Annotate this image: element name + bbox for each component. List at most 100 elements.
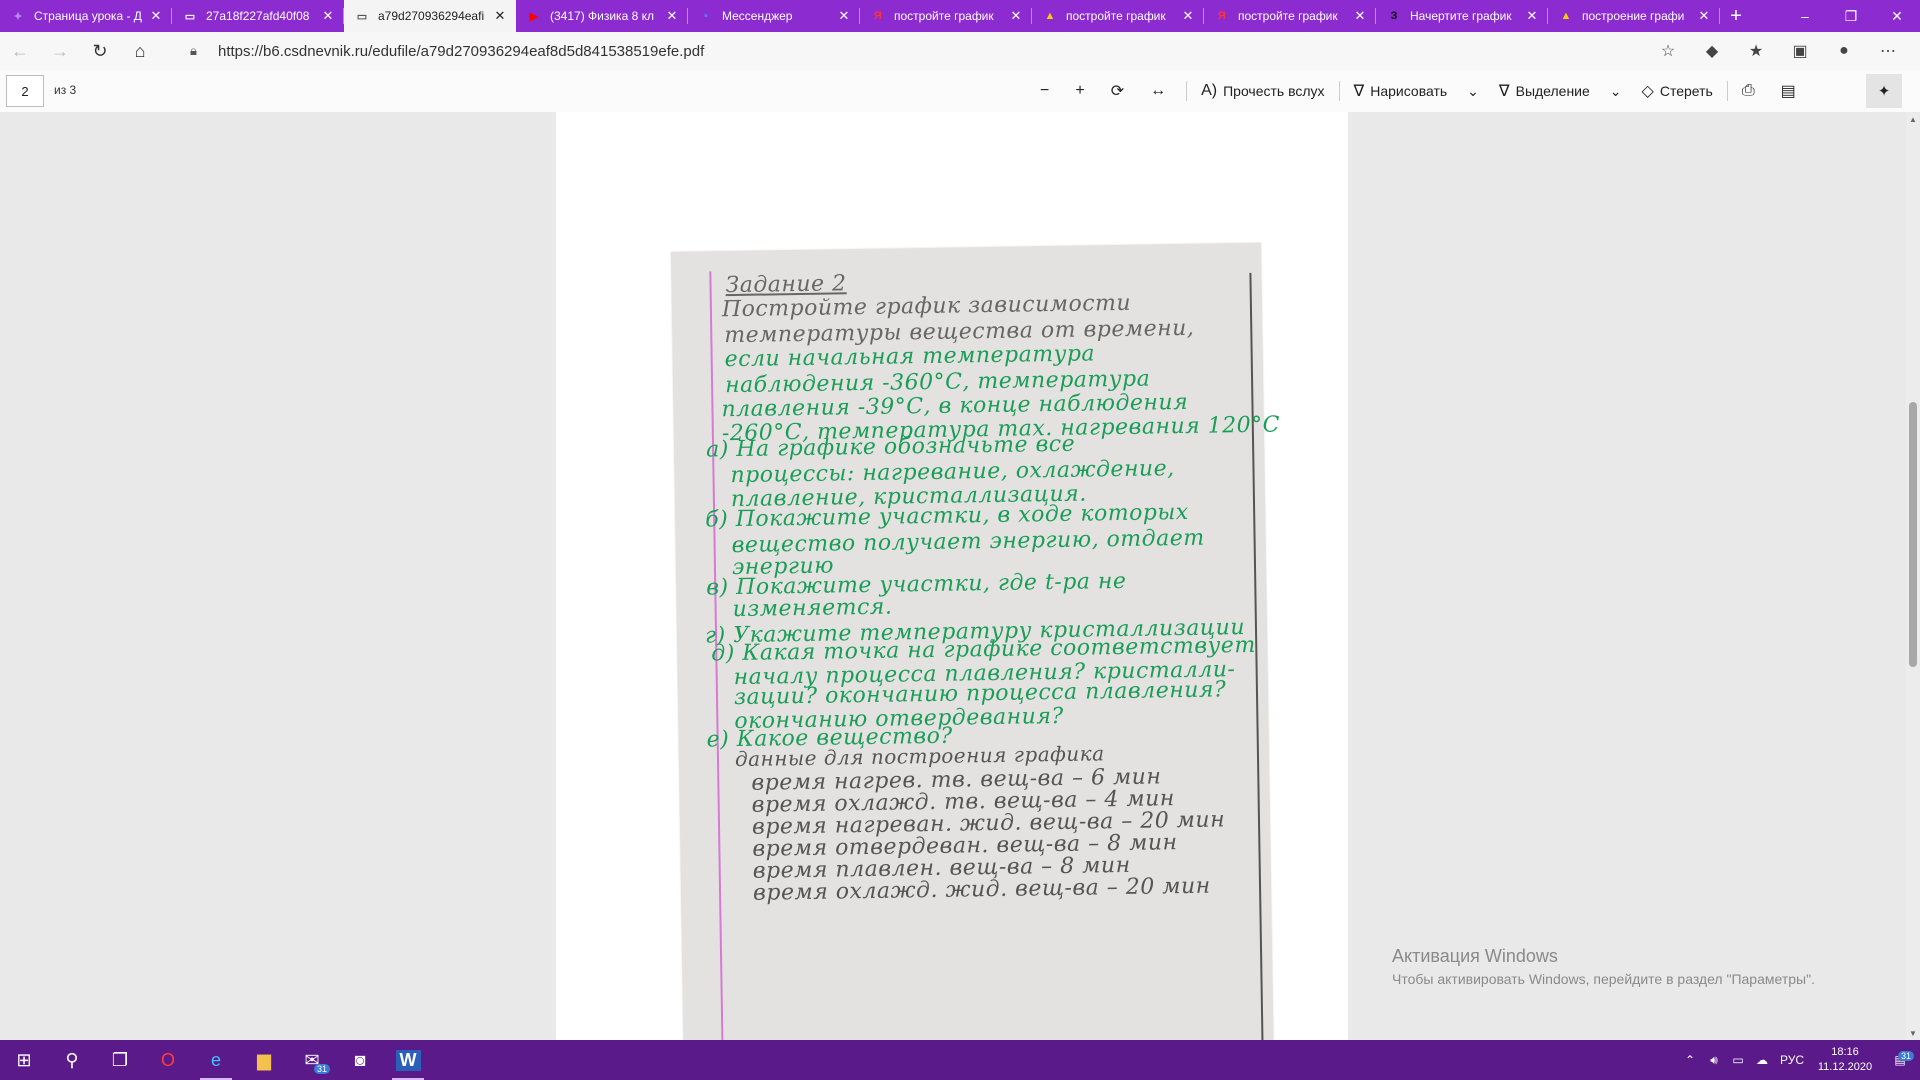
- scroll-down-icon[interactable]: ▼: [1906, 1026, 1920, 1040]
- start-button[interactable]: ⊞: [0, 1040, 48, 1080]
- plus-icon: +: [1075, 82, 1085, 99]
- zoom-in-button[interactable]: +: [1065, 70, 1100, 112]
- mail-badge: 31: [313, 1064, 330, 1074]
- profile-avatar-icon[interactable]: ●: [1822, 32, 1866, 70]
- browser-tab[interactable]: ▭ 27a18f227afd40f08 ✕: [172, 0, 344, 32]
- browser-tab[interactable]: Япостройте график ✕: [860, 0, 1032, 32]
- discord-icon[interactable]: ◙: [336, 1040, 384, 1080]
- browser-tab[interactable]: Япостройте график ✕: [1204, 0, 1376, 32]
- file-explorer-icon-glyph: ▆: [257, 1049, 271, 1070]
- handwritten-line: изменяется.: [732, 594, 893, 623]
- new-tab-button[interactable]: +: [1720, 0, 1752, 32]
- minus-icon: −: [1040, 82, 1050, 99]
- save-button[interactable]: ▤: [1771, 70, 1812, 112]
- notifications-icon[interactable]: ▤31: [1880, 1051, 1920, 1067]
- close-tab-icon[interactable]: ✕: [148, 8, 164, 24]
- print-button[interactable]: ⎙: [1732, 70, 1771, 112]
- highlight-options-button[interactable]: ⌄: [1600, 70, 1632, 112]
- minimize-icon[interactable]: –: [1782, 0, 1828, 32]
- read-aloud-button[interactable]: A) Прочесть вслух: [1191, 70, 1334, 112]
- close-tab-icon[interactable]: ✕: [1180, 8, 1196, 24]
- chevron-up-icon[interactable]: ⌃: [1678, 1053, 1702, 1067]
- browser-tab[interactable]: ▪ Мессенджер ✕: [688, 0, 860, 32]
- handwritten-line: Задание 2: [725, 271, 847, 299]
- browser-tab[interactable]: ✦ Страница урока - Д ✕: [0, 0, 172, 32]
- edge-icon-glyph: e: [210, 1049, 221, 1070]
- home-button[interactable]: ⌂: [120, 32, 160, 70]
- close-tab-icon[interactable]: ✕: [836, 8, 852, 24]
- highlight-label: Выделение: [1515, 83, 1590, 99]
- rotate-button[interactable]: ⟳: [1101, 70, 1140, 112]
- youtube-icon: ▶: [529, 10, 539, 23]
- extension-shield-icon[interactable]: ◆: [1690, 32, 1734, 70]
- draw-button[interactable]: ∇ Нарисовать: [1344, 70, 1458, 112]
- page-total-label: из 3: [54, 83, 77, 97]
- system-tray: ⌃ 🔊︎ ▭ ☁ РУС 18:16 11.12.2020 ▤31: [1678, 1040, 1920, 1080]
- url-text: https://b6.csdnevnik.ru/edufile/a79d2709…: [218, 42, 705, 60]
- mail-icon[interactable]: ✉ 31: [288, 1040, 336, 1080]
- collections-icon[interactable]: ▣: [1778, 32, 1822, 70]
- browser-tab[interactable]: ▭ a79d270936294eafi ✕: [344, 0, 516, 32]
- close-tab-icon[interactable]: ✕: [1352, 8, 1368, 24]
- zoom-out-button[interactable]: −: [1030, 70, 1065, 112]
- refresh-button[interactable]: ↻: [80, 32, 120, 70]
- favorites-icon[interactable]: ★: [1734, 32, 1778, 70]
- window-controls: – ❐ ✕: [1782, 0, 1920, 32]
- close-tab-icon[interactable]: ✕: [492, 8, 508, 24]
- file-explorer-icon[interactable]: ▆: [240, 1040, 288, 1080]
- volume-icon[interactable]: 🔊︎: [1702, 1053, 1726, 1068]
- browser-tab[interactable]: ▶ (3417) Физика 8 кл ✕: [516, 0, 688, 32]
- close-tab-icon[interactable]: ✕: [1524, 8, 1540, 24]
- tab-title: (3417) Физика 8 кл: [550, 9, 654, 23]
- scroll-up-icon[interactable]: ▲: [1906, 112, 1920, 126]
- fit-page-button[interactable]: ↔: [1140, 70, 1182, 112]
- network-icon[interactable]: ▭: [1726, 1053, 1750, 1067]
- language-indicator[interactable]: РУС: [1774, 1053, 1810, 1067]
- close-tab-icon[interactable]: ✕: [320, 8, 336, 24]
- forward-button[interactable]: →: [40, 32, 80, 70]
- lock-icon: 🔒︎: [190, 43, 197, 58]
- browser-tab[interactable]: ▲ построение графи ✕: [1548, 0, 1720, 32]
- yandex-icon: Я: [1218, 10, 1226, 22]
- eraser-icon: ◇: [1641, 83, 1654, 100]
- highlight-button[interactable]: ∇ Выделение: [1489, 70, 1600, 112]
- tab-title: постройте график: [1066, 9, 1166, 23]
- more-menu-icon[interactable]: ⋯: [1866, 32, 1910, 70]
- draw-label: Нарисовать: [1370, 83, 1448, 99]
- browser-tab[interactable]: З Начертите график ✕: [1376, 0, 1548, 32]
- close-tab-icon[interactable]: ✕: [1008, 8, 1024, 24]
- scrollbar-thumb[interactable]: [1909, 402, 1917, 667]
- page-number-input[interactable]: 2: [6, 75, 44, 107]
- url-field[interactable]: 🔒︎ https://b6.csdnevnik.ru/edufile/a79d2…: [190, 37, 1660, 65]
- draw-options-button[interactable]: ⌄: [1457, 70, 1489, 112]
- tab-title: постройте график: [894, 9, 994, 23]
- pdf-page: Задание 2 Постройте график зависимости тем…: [556, 112, 1348, 1040]
- word-icon[interactable]: W: [384, 1040, 432, 1080]
- close-tab-icon[interactable]: ✕: [1696, 8, 1712, 24]
- chevron-down-icon: ⌄: [1467, 82, 1479, 99]
- close-tab-icon[interactable]: ✕: [664, 8, 680, 24]
- pin-toolbar-button[interactable]: ✦: [1866, 74, 1902, 108]
- handwritten-page-photo: Задание 2 Постройте график зависимости тем…: [671, 242, 1280, 1040]
- search-taskbar-button[interactable]: ⚲: [48, 1040, 96, 1080]
- tab-title: Страница урока - Д: [34, 9, 142, 23]
- print-icon: ⎙: [1741, 82, 1755, 99]
- browser-tab[interactable]: ▲ постройте график ✕: [1032, 0, 1204, 32]
- erase-button[interactable]: ◇ Стереть: [1632, 70, 1723, 112]
- onedrive-icon[interactable]: ☁: [1750, 1053, 1774, 1067]
- favorite-star-icon[interactable]: ☆: [1646, 32, 1690, 70]
- opera-icon[interactable]: O: [144, 1040, 192, 1080]
- tab-strip: ✦ Страница урока - Д ✕ ▭ 27a18f227afd40f08 ✕ ▭…: [0, 0, 1920, 32]
- pdf-viewer[interactable]: Задание 2 Постройте график зависимости тем…: [0, 112, 1920, 1040]
- back-button[interactable]: ←: [0, 32, 40, 70]
- edge-icon[interactable]: e: [192, 1040, 240, 1080]
- restore-icon[interactable]: ❐: [1828, 0, 1874, 32]
- image-icon: ▲: [1560, 10, 1572, 22]
- close-window-icon[interactable]: ✕: [1874, 0, 1920, 32]
- pdf-toolbar: 2 из 3 − + ⟳ ↔ A) Прочесть вслух ∇ Нарисов…: [0, 70, 1920, 113]
- word-icon-glyph: W: [395, 1049, 421, 1071]
- clock[interactable]: 18:16 11.12.2020: [1810, 1045, 1880, 1075]
- vertical-scrollbar[interactable]: ▲ ▼: [1906, 112, 1920, 1040]
- yandex-icon: Я: [874, 10, 882, 22]
- task-view-button[interactable]: ❐: [96, 1040, 144, 1080]
